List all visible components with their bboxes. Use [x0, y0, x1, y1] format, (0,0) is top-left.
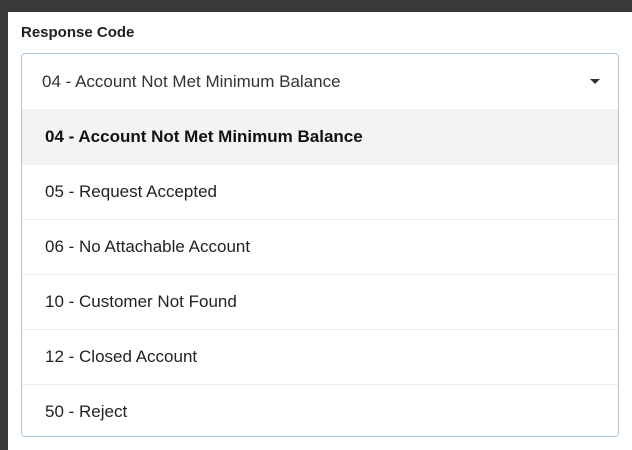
dropdown-option-06[interactable]: 06 - No Attachable Account [22, 219, 618, 274]
dropdown-option-12[interactable]: 12 - Closed Account [22, 329, 618, 384]
response-code-select[interactable]: 04 - Account Not Met Minimum Balance 04 … [21, 53, 619, 437]
select-control[interactable]: 04 - Account Not Met Minimum Balance [22, 54, 618, 109]
form-panel: Response Code 04 - Account Not Met Minim… [8, 12, 632, 450]
selected-value: 04 - Account Not Met Minimum Balance [42, 71, 341, 91]
response-code-label: Response Code [21, 24, 135, 41]
caret-down-icon[interactable] [590, 79, 600, 84]
dropdown-option-10[interactable]: 10 - Customer Not Found [22, 274, 618, 329]
dropdown-option-50[interactable]: 50 - Reject [22, 384, 618, 436]
dropdown-menu: 04 - Account Not Met Minimum Balance 05 … [22, 109, 618, 436]
dropdown-option-05[interactable]: 05 - Request Accepted [22, 164, 618, 219]
dropdown-option-04[interactable]: 04 - Account Not Met Minimum Balance [22, 109, 618, 164]
